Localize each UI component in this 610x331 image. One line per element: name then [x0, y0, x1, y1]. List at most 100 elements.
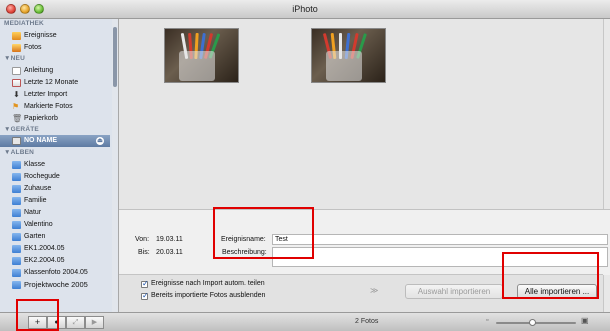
sidebar-item-label: NO NAME [24, 137, 58, 144]
sidebar-item-label: Fotos [24, 44, 42, 51]
album-icon [12, 281, 21, 289]
device-icon [12, 137, 21, 145]
import-options-bar: ✓ Ereignisse nach Import autom. teilen ✓… [119, 274, 603, 313]
sidebar: MEDIATHEK Ereignisse Fotos ▼NEU Anleitun… [0, 19, 119, 312]
album-icon [12, 257, 21, 265]
sidebar-item-album[interactable]: EK2.2004.05 [0, 255, 110, 267]
sidebar-item-fotos[interactable]: Fotos [0, 42, 110, 54]
sidebar-item-letzter-import[interactable]: ⬇ Letzter Import [0, 89, 110, 101]
photo-count: 2 Fotos [355, 318, 379, 325]
event-info-panel: Von: 19.03.11 Bis: 20.03.11 Ereignisname… [119, 209, 610, 275]
album-icon [12, 161, 21, 169]
bottom-toolbar: + ● ⤢ ▶ 2 Fotos ▫ ▣ [0, 312, 610, 331]
sidebar-item-label: Valentino [24, 221, 53, 228]
small-thumbnail-icon: ▫ [486, 317, 489, 324]
photos-icon [12, 44, 21, 52]
album-icon [12, 197, 21, 205]
document-icon [12, 67, 21, 75]
bis-label: Bis: [138, 249, 150, 256]
flag-icon: ⚑ [12, 102, 20, 111]
play-slideshow-button[interactable]: ▶ [85, 316, 104, 329]
photo-thumbnail[interactable] [164, 28, 239, 83]
album-icon [12, 209, 21, 217]
zoom-slider-knob[interactable] [528, 319, 536, 326]
sidebar-item-album[interactable]: Klassenfoto 2004.05 [0, 267, 110, 279]
beschreibung-label: Beschreibung: [222, 249, 267, 256]
photo-thumbnail[interactable] [311, 28, 386, 83]
album-icon [12, 173, 21, 181]
hide-imported-label: Bereits importierte Fotos ausblenden [151, 292, 266, 299]
sidebar-item-album[interactable]: Familie [0, 195, 110, 207]
album-icon [12, 185, 21, 193]
sidebar-item-letzte-12-monate[interactable]: Letzte 12 Monate [0, 77, 110, 89]
sidebar-item-album[interactable]: Klasse [0, 159, 110, 171]
sidebar-item-album[interactable]: Valentino [0, 219, 110, 231]
add-button[interactable]: + [28, 316, 47, 329]
fullscreen-icon: ⤢ [72, 319, 79, 326]
sidebar-item-label: Markierte Fotos [24, 103, 73, 110]
sidebar-item-album[interactable]: Natur [0, 207, 110, 219]
sidebar-item-label: Letzte 12 Monate [24, 79, 79, 86]
split-events-checkbox[interactable]: ✓ [141, 279, 149, 288]
sidebar-item-ereignisse[interactable]: Ereignisse [0, 30, 110, 42]
sidebar-item-anleitung[interactable]: Anleitung [0, 65, 110, 77]
photo-browser [119, 19, 603, 209]
sidebar-item-label: Klassenfoto 2004.05 [24, 269, 88, 276]
import-selected-button[interactable]: Auswahl importieren [405, 284, 503, 299]
sidebar-item-album[interactable]: Zuhause [0, 183, 110, 195]
sidebar-item-album[interactable]: Garten [0, 231, 110, 243]
sidebar-item-label: Natur [24, 209, 42, 216]
sidebar-item-label: Letzter Import [24, 91, 68, 98]
iphoto-window: iPhoto MEDIATHEK Ereignisse Fotos ▼NEU A… [0, 0, 610, 331]
title-bar: iPhoto [0, 0, 610, 19]
sidebar-item-label: Projektwoche 2005 [24, 280, 88, 289]
hide-imported-checkbox[interactable]: ✓ [141, 291, 149, 300]
sidebar-item-label: Rochegude [24, 173, 60, 180]
zoom-slider[interactable] [496, 319, 576, 326]
sidebar-item-label: EK2.2004.05 [24, 257, 65, 264]
checkmark-icon: ✓ [142, 291, 149, 300]
ereignisname-label: Ereignisname: [221, 236, 266, 243]
eject-icon[interactable]: ⏏ [96, 137, 104, 145]
fullscreen-button[interactable]: ⤢ [66, 316, 85, 329]
sidebar-item-album[interactable]: Projektwoche 2005 [0, 279, 110, 291]
album-icon [12, 221, 21, 229]
import-icon: ⬇ [13, 90, 20, 99]
section-alben[interactable]: ▼ALBEN [4, 149, 34, 156]
album-icon [12, 269, 21, 277]
von-value: 19.03.11 [156, 236, 183, 243]
calendar-icon [12, 79, 21, 87]
description-field[interactable] [272, 247, 608, 267]
section-geraete[interactable]: ▼GERÄTE [4, 126, 39, 133]
event-name-field[interactable]: Test [272, 234, 608, 245]
sidebar-item-label: Zuhause [24, 185, 52, 192]
sidebar-item-label: EK1.2004.05 [24, 245, 65, 252]
sidebar-item-album[interactable]: Rochegude [0, 171, 110, 183]
sidebar-item-markierte-fotos[interactable]: ⚑ Markierte Fotos [0, 101, 110, 113]
sidebar-item-label: Familie [24, 197, 47, 204]
album-icon [12, 245, 21, 253]
bis-value: 20.03.11 [156, 249, 183, 256]
album-icon [12, 233, 21, 241]
info-button[interactable]: ● [47, 316, 66, 329]
sidebar-scroll-thumb[interactable] [113, 27, 117, 87]
von-label: Von: [135, 236, 150, 243]
events-icon [12, 32, 21, 40]
sidebar-item-papierkorb[interactable]: 🗑 Papierkorb [0, 113, 110, 125]
section-neu[interactable]: ▼NEU [4, 55, 25, 62]
double-chevron-icon: ≫ [370, 286, 379, 295]
sidebar-scrollbar[interactable] [112, 19, 118, 312]
import-all-button[interactable]: Alle importieren ... [517, 284, 597, 299]
section-mediathek: MEDIATHEK [4, 20, 44, 27]
checkmark-icon: ✓ [142, 279, 149, 288]
sidebar-item-no-name[interactable]: NO NAME ⏏ [0, 135, 110, 147]
play-icon: ▶ [91, 319, 98, 326]
split-events-label: Ereignisse nach Import autom. teilen [151, 280, 265, 287]
trash-icon: 🗑 [12, 114, 23, 123]
window-title: iPhoto [292, 4, 318, 14]
sidebar-item-label: Papierkorb [24, 115, 58, 122]
large-thumbnail-icon: ▣ [581, 316, 589, 325]
sidebar-item-label: Ereignisse [24, 32, 57, 39]
sidebar-item-label: Klasse [24, 161, 46, 168]
sidebar-item-album[interactable]: EK1.2004.05 [0, 243, 110, 255]
